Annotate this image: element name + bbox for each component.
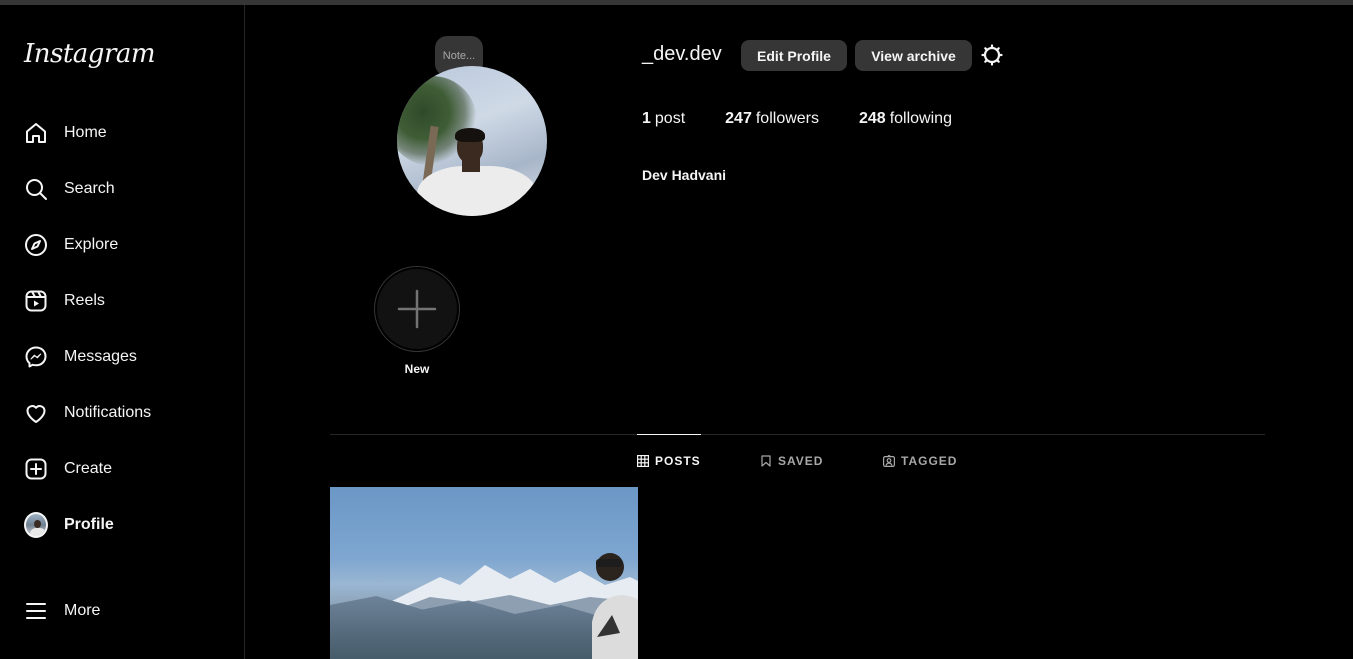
instagram-logo[interactable]: Instagram xyxy=(24,39,156,69)
reels-icon xyxy=(24,289,48,313)
sidebar-item-profile[interactable]: Profile xyxy=(12,501,234,549)
sidebar-item-reels[interactable]: Reels xyxy=(12,277,234,325)
posts-label: post xyxy=(654,110,686,127)
sidebar-item-label: Notifications xyxy=(64,404,152,421)
note-placeholder: Note... xyxy=(442,50,476,62)
messenger-icon xyxy=(24,345,48,369)
post-thumbnail[interactable] xyxy=(330,487,638,659)
sidebar-item-home[interactable]: Home xyxy=(12,109,234,157)
followers-stat[interactable]: 247 followers xyxy=(725,110,819,128)
plus-icon xyxy=(397,289,437,329)
avatar xyxy=(24,512,48,538)
profile-stats: 1 post 247 followers 248 following xyxy=(642,110,992,128)
search-icon xyxy=(24,177,48,201)
sidebar-item-label: Reels xyxy=(64,292,105,309)
person-shape xyxy=(592,553,638,659)
sidebar-item-explore[interactable]: Explore xyxy=(12,221,234,269)
posts-stat: 1 post xyxy=(642,110,685,128)
sidebar-item-more[interactable]: More xyxy=(12,587,234,635)
following-count: 248 xyxy=(859,110,886,127)
tab-label: TAGGED xyxy=(901,453,958,468)
posts-count: 1 xyxy=(642,110,651,127)
tab-label: POSTS xyxy=(655,454,701,468)
sidebar-item-notifications[interactable]: Notifications xyxy=(12,389,234,437)
profile-username: _dev.dev xyxy=(642,43,722,65)
sidebar-item-label: Create xyxy=(64,460,113,477)
tab-label: SAVED xyxy=(778,453,824,468)
heart-icon xyxy=(24,401,48,425)
sidebar-item-messages[interactable]: Messages xyxy=(12,333,234,381)
home-icon xyxy=(24,121,48,145)
followers-count: 247 xyxy=(725,110,752,127)
sidebar-item-label: Profile xyxy=(64,516,114,533)
tag-user-icon xyxy=(883,454,895,467)
profile-full-name: Dev Hadvani xyxy=(642,167,727,183)
sidebar-item-label: More xyxy=(64,602,101,619)
profile-avatar-icon xyxy=(24,512,48,538)
sidebar-item-label: Search xyxy=(64,180,115,197)
tab-posts[interactable]: POSTS xyxy=(637,434,701,487)
following-label: following xyxy=(889,110,952,127)
menu-icon xyxy=(24,599,48,623)
profile-main: Note... _dev.dev Edit Profile View archi… xyxy=(245,5,1353,659)
sidebar-item-label: Messages xyxy=(64,348,137,365)
sidebar-item-create[interactable]: Create xyxy=(12,445,234,493)
sidebar-item-search[interactable]: Search xyxy=(12,165,234,213)
profile-picture[interactable] xyxy=(397,66,547,216)
grid-icon xyxy=(637,455,649,467)
followers-label: followers xyxy=(755,110,819,127)
tab-saved[interactable]: SAVED xyxy=(760,434,823,487)
following-stat[interactable]: 248 following xyxy=(859,110,952,128)
settings-gear-icon[interactable] xyxy=(980,43,1004,67)
edit-profile-button[interactable]: Edit Profile xyxy=(741,40,847,71)
sidebar-item-label: Explore xyxy=(64,236,119,253)
view-archive-button[interactable]: View archive xyxy=(855,40,972,71)
tab-tagged[interactable]: TAGGED xyxy=(883,434,957,487)
compass-icon xyxy=(24,233,48,257)
new-highlight-label: New xyxy=(404,362,430,376)
bookmark-icon xyxy=(760,454,772,467)
plus-square-icon xyxy=(24,457,48,481)
new-highlight-button[interactable] xyxy=(374,266,460,352)
sidebar-item-label: Home xyxy=(64,124,107,141)
sidebar: Instagram Home Search Explore Reels Mess… xyxy=(0,5,245,659)
